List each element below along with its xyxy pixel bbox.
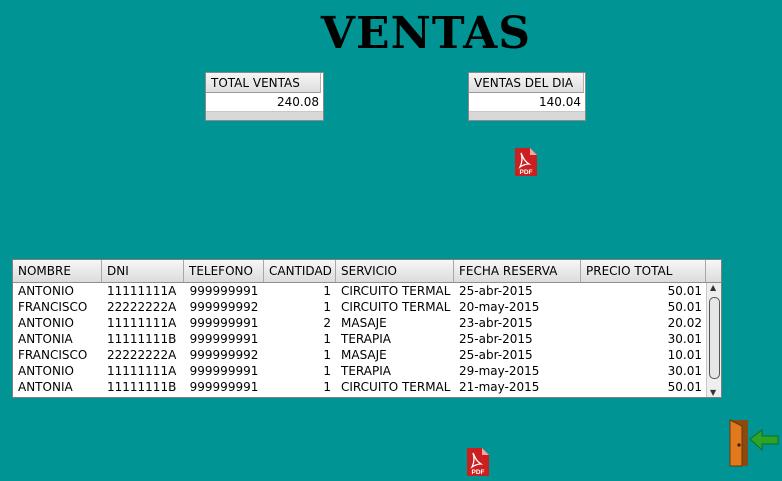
vertical-scrollbar[interactable]: ▲ ▼	[706, 283, 721, 397]
pdf-daily-label: PDF	[520, 169, 533, 176]
scroll-up-icon[interactable]: ▲	[710, 283, 716, 292]
table-row[interactable]: ANTONIA 11111111B 999999991 1 TERAPIA 25…	[13, 331, 707, 347]
cell-fecha-reserva: 25-abr-2015	[459, 348, 533, 362]
cell-servicio: CIRCUITO TERMAL	[341, 300, 451, 314]
pdf-file-icon: PDF	[467, 448, 489, 476]
sales-table-body: ANTONIO 11111111A 999999991 1 CIRCUITO T…	[13, 283, 707, 395]
cell-servicio: MASAJE	[341, 348, 387, 362]
cell-servicio: MASAJE	[341, 316, 387, 330]
table-row[interactable]: ANTONIO 11111111A 999999991 1 TERAPIA 29…	[13, 363, 707, 379]
cell-cantidad: 1	[323, 284, 331, 298]
column-header-cantidad[interactable]: CANTIDAD	[264, 260, 336, 282]
cell-nombre: ANTONIO	[18, 316, 74, 330]
ventas-del-dia-value[interactable]: 140.04	[469, 93, 585, 111]
exit-button[interactable]	[728, 418, 780, 468]
cell-servicio: TERAPIA	[341, 364, 391, 378]
cell-servicio: CIRCUITO TERMAL	[341, 380, 451, 394]
cell-telefono: 999999991	[189, 284, 259, 298]
column-header-servicio[interactable]: SERVICIO	[336, 260, 454, 282]
cell-dni: 11111111A	[107, 284, 177, 298]
cell-telefono: 999999991	[189, 364, 259, 378]
cell-precio-total: 50.01	[667, 380, 702, 394]
cell-dni: 22222222A	[107, 348, 177, 362]
cell-dni: 11111111B	[107, 380, 177, 394]
cell-fecha-reserva: 25-abr-2015	[459, 332, 533, 346]
cell-precio-total: 50.01	[667, 300, 702, 314]
column-header-nombre[interactable]: NOMBRE	[13, 260, 102, 282]
cell-nombre: FRANCISCO	[18, 300, 88, 314]
sales-table: NOMBRE DNI TELEFONO CANTIDAD SERVICIO FE…	[12, 259, 722, 398]
cell-telefono: 999999992	[189, 348, 259, 362]
scrollbar-thumb[interactable]	[709, 297, 720, 379]
column-header-fecha-reserva[interactable]: FECHA RESERVA	[454, 260, 581, 282]
cell-nombre: ANTONIA	[18, 332, 73, 346]
table-row[interactable]: ANTONIA 11111111B 999999991 1 CIRCUITO T…	[13, 379, 707, 395]
total-ventas-footer	[206, 111, 323, 120]
pdf-total-label: PDF	[472, 469, 485, 476]
cell-telefono: 999999991	[189, 380, 259, 394]
cell-telefono: 999999991	[189, 332, 259, 346]
total-ventas-header: TOTAL VENTAS	[206, 73, 321, 93]
exit-door-icon	[729, 419, 779, 467]
cell-precio-total: 10.01	[667, 348, 702, 362]
total-ventas-table: TOTAL VENTAS 240.08	[205, 72, 324, 121]
ventas-del-dia-header: VENTAS DEL DIA	[469, 73, 584, 93]
ventas-del-dia-footer	[469, 111, 585, 120]
cell-fecha-reserva: 29-may-2015	[459, 364, 540, 378]
scroll-down-icon[interactable]: ▼	[710, 388, 716, 397]
cell-dni: 11111111A	[107, 364, 177, 378]
cell-nombre: ANTONIA	[18, 380, 73, 394]
cell-cantidad: 1	[323, 300, 331, 314]
cell-fecha-reserva: 21-may-2015	[459, 380, 540, 394]
cell-dni: 22222222A	[107, 300, 177, 314]
pdf-file-icon: PDF	[515, 148, 537, 176]
table-row[interactable]: FRANCISCO 22222222A 999999992 1 MASAJE 2…	[13, 347, 707, 363]
cell-precio-total: 30.01	[667, 332, 702, 346]
ventas-del-dia-table: VENTAS DEL DIA 140.04	[468, 72, 586, 121]
column-header-telefono[interactable]: TELEFONO	[184, 260, 264, 282]
cell-precio-total: 30.01	[667, 364, 702, 378]
cell-servicio: CIRCUITO TERMAL	[341, 284, 451, 298]
pdf-total-button[interactable]: PDF	[466, 447, 490, 477]
table-row[interactable]: FRANCISCO 22222222A 999999992 1 CIRCUITO…	[13, 299, 707, 315]
cell-nombre: ANTONIO	[18, 364, 74, 378]
cell-fecha-reserva: 25-abr-2015	[459, 284, 533, 298]
cell-dni: 11111111B	[107, 332, 177, 346]
total-ventas-value[interactable]: 240.08	[206, 93, 323, 111]
cell-precio-total: 20.02	[667, 316, 702, 330]
cell-dni: 11111111A	[107, 316, 177, 330]
table-header-corner	[705, 260, 721, 282]
cell-cantidad: 1	[323, 364, 331, 378]
page-title: VENTAS	[320, 8, 532, 59]
cell-fecha-reserva: 23-abr-2015	[459, 316, 533, 330]
cell-cantidad: 2	[323, 316, 331, 330]
cell-servicio: TERAPIA	[341, 332, 391, 346]
cell-cantidad: 1	[323, 348, 331, 362]
cell-nombre: ANTONIO	[18, 284, 74, 298]
column-header-dni[interactable]: DNI	[102, 260, 184, 282]
cell-cantidad: 1	[323, 332, 331, 346]
cell-cantidad: 1	[323, 380, 331, 394]
table-row[interactable]: ANTONIO 11111111A 999999991 1 CIRCUITO T…	[13, 283, 707, 299]
cell-telefono: 999999992	[189, 300, 259, 314]
sales-table-header: NOMBRE DNI TELEFONO CANTIDAD SERVICIO FE…	[13, 260, 721, 283]
column-header-precio-total[interactable]: PRECIO TOTAL	[581, 260, 707, 282]
pdf-daily-button[interactable]: PDF	[514, 147, 538, 177]
cell-telefono: 999999991	[189, 316, 259, 330]
cell-nombre: FRANCISCO	[18, 348, 88, 362]
cell-fecha-reserva: 20-may-2015	[459, 300, 540, 314]
table-row[interactable]: ANTONIO 11111111A 999999991 2 MASAJE 23-…	[13, 315, 707, 331]
cell-precio-total: 50.01	[667, 284, 702, 298]
